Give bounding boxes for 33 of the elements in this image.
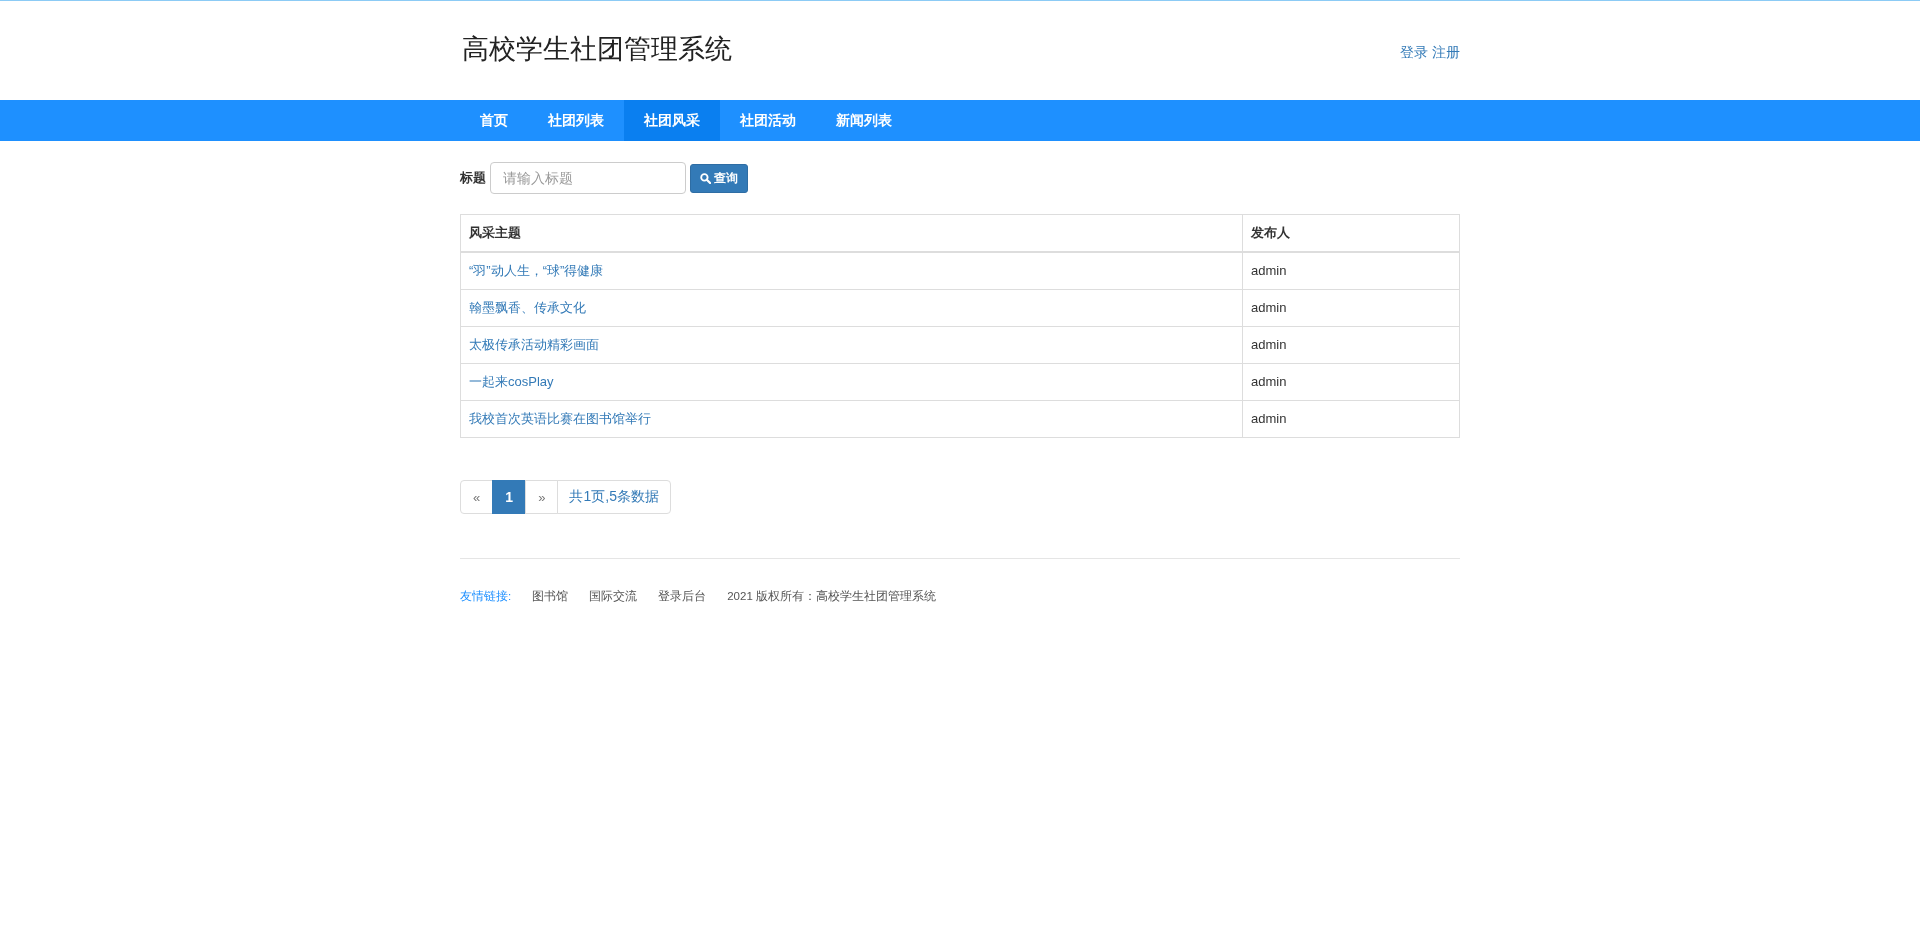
site-title: 高校学生社团管理系统 [462, 32, 732, 66]
nav-item[interactable]: 社团列表 [528, 100, 624, 141]
nav-item[interactable]: 社团风采 [624, 100, 720, 141]
column-header: 风采主题 [460, 214, 1243, 252]
previous-page-link[interactable]: « [460, 480, 494, 514]
post-title-link[interactable]: 太极传承活动精彩画面 [469, 337, 599, 352]
author-cell: admin [1242, 289, 1460, 327]
nav-item[interactable]: 新闻列表 [816, 100, 912, 141]
post-title-link[interactable]: 翰墨飘香、传承文化 [469, 300, 586, 315]
footer-link[interactable]: 国际交流 [589, 589, 638, 604]
author-cell: admin [1242, 363, 1460, 401]
search-label: 标题 [460, 169, 486, 187]
title-search-field[interactable]: 请输入标题 [490, 162, 686, 194]
page-link[interactable]: 1 [492, 480, 527, 514]
copyright-text: 2021 版权所有：高校学生社团管理系统 [727, 589, 936, 604]
nav-item[interactable]: 首页 [460, 100, 528, 141]
column-header: 发布人 [1242, 214, 1460, 252]
post-title-link[interactable]: 我校首次英语比赛在图书馆举行 [469, 411, 651, 426]
login-link[interactable]: 登录 [1400, 43, 1428, 62]
register-link[interactable]: 注册 [1432, 43, 1460, 62]
page-summary: 共1页,5条数据 [557, 480, 671, 514]
post-title-link[interactable]: “羽”动人生，“球”得健康 [469, 263, 604, 278]
author-cell: admin [1242, 326, 1460, 364]
links-label: 友情链接: [460, 589, 512, 604]
search-icon [700, 172, 711, 184]
footer-link[interactable]: 登录后台 [658, 589, 707, 604]
nav-item[interactable]: 社团活动 [720, 100, 816, 141]
author-cell: admin [1242, 400, 1460, 438]
post-title-link[interactable]: 一起来cosPlay [469, 374, 554, 389]
search-button[interactable]: 查询 [690, 163, 748, 193]
next-page-link[interactable]: » [525, 480, 559, 514]
author-cell: admin [1242, 252, 1460, 290]
footer-link[interactable]: 图书馆 [532, 589, 569, 604]
